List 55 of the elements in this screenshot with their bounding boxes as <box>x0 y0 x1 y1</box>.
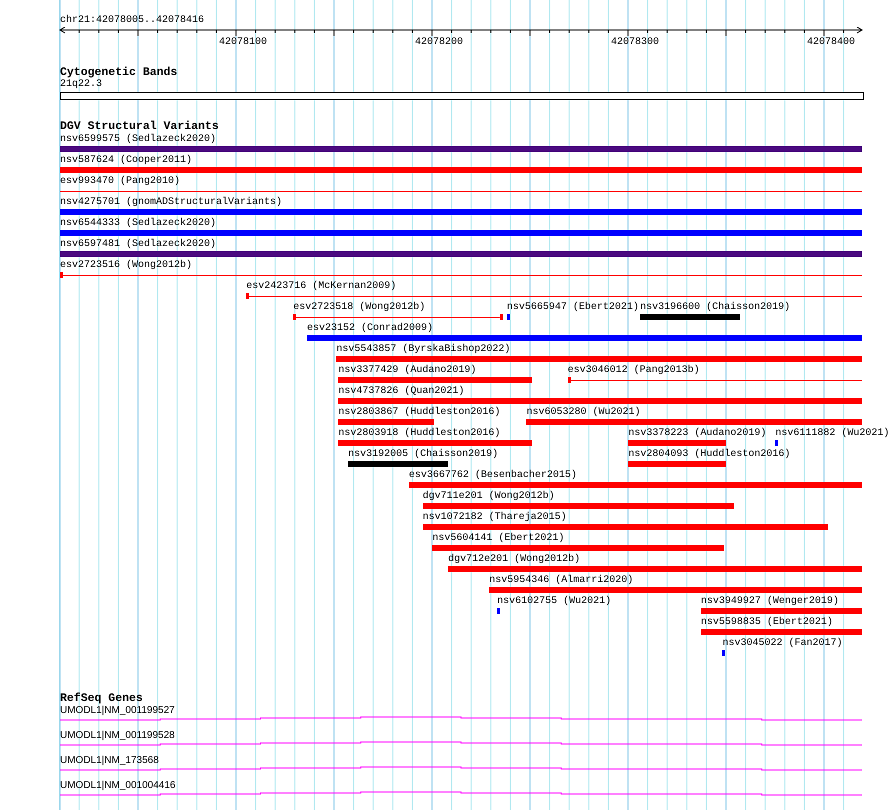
transcript-label: UMODL1|NM_173568 <box>60 755 159 766</box>
variant-label: nsv6102755 (Wu2021) <box>497 596 612 607</box>
variant-label: nsv4737826 (Quan2021) <box>338 386 464 397</box>
transcript-line[interactable] <box>60 742 862 746</box>
track-title: Cytogenetic Bands <box>60 66 178 79</box>
tick-label: 42078200 <box>415 37 463 48</box>
variant-label: nsv3377429 (Audano2019) <box>338 365 476 376</box>
variant-label: nsv3949927 (Wenger2019) <box>700 596 839 607</box>
location-label: chr21:42078005..42078416 <box>60 15 204 27</box>
tick-label: 42078300 <box>611 37 659 48</box>
transcript-line[interactable] <box>60 792 862 796</box>
variant-bar[interactable] <box>722 650 726 656</box>
band-label: 21q22.3 <box>60 79 102 91</box>
variant-label: nsv2804093 (Huddleston2016) <box>628 449 790 460</box>
variant-label: nsv3378223 (Audano2019) <box>628 428 766 439</box>
variant-label: nsv2803918 (Huddleston2016) <box>338 428 500 439</box>
variant-label: nsv4275701 (gnomADStructuralVariants) <box>60 197 282 208</box>
transcript-line[interactable] <box>60 716 862 720</box>
transcript-label: UMODL1|NM_001199528 <box>60 730 175 741</box>
variant-label: nsv5954346 (Almarri2020) <box>489 575 634 586</box>
variant-label: nsv6544333 (Sedlazeck2020) <box>60 218 216 229</box>
variant-label: esv23152 (Conrad2009) <box>306 323 433 334</box>
variant-label: nsv5598835 (Ebert2021) <box>700 617 833 628</box>
variant-bar[interactable] <box>506 314 510 320</box>
variant-label: esv3667762 (Besenbacher2015) <box>408 470 577 481</box>
variant-label: nsv6053280 (Wu2021) <box>526 407 640 418</box>
variant-label: nsv6111882 (Wu2021) <box>775 428 890 439</box>
variant-label: nsv6599575 (Sedlazeck2020) <box>60 134 216 145</box>
tick-label: 42078100 <box>219 37 267 48</box>
variant-label: esv3046012 (Pang2013b) <box>568 365 700 376</box>
transcript-label: UMODL1|NM_001199527 <box>60 705 175 716</box>
track-title: DGV Structural Variants <box>60 120 219 133</box>
variant-label: nsv6597481 (Sedlazeck2020) <box>60 239 216 250</box>
variant-label: nsv3192005 (Chaisson2019) <box>348 449 498 460</box>
variant-label: nsv5665947 (Ebert2021) <box>506 302 639 313</box>
variant-label: esv2423716 (McKernan2009) <box>246 281 396 292</box>
variant-label: nsv5604141 (Ebert2021) <box>432 533 564 544</box>
variant-label: esv2723518 (Wong2012b) <box>293 302 426 313</box>
variant-bar[interactable] <box>497 608 500 614</box>
variant-label: nsv3196600 (Chaisson2019) <box>640 302 790 313</box>
tick-label: 42078400 <box>807 37 855 48</box>
transcript-line[interactable] <box>60 766 862 770</box>
variant-label: dgv712e201 (Wong2012b) <box>448 554 580 565</box>
cytoband-bar[interactable] <box>60 92 864 100</box>
variant-label: nsv1072182 (Thareja2015) <box>422 512 567 523</box>
track-title: RefSeq Genes <box>60 692 143 705</box>
variant-label: esv2723516 (Wong2012b) <box>60 260 192 271</box>
variant-label: dgv711e201 (Wong2012b) <box>422 491 555 502</box>
transcript-label: UMODL1|NM_001004416 <box>60 780 176 791</box>
variant-label: esv993470 (Pang2010) <box>60 176 180 187</box>
variant-label: nsv5543857 (ByrskaBishop2022) <box>336 344 510 355</box>
variant-label: nsv3045022 (Fan2017) <box>722 638 842 649</box>
variant-label: nsv587624 (Cooper2011) <box>60 155 192 166</box>
variant-label: nsv2803867 (Huddleston2016) <box>338 407 500 418</box>
variant-bar[interactable] <box>775 440 778 446</box>
